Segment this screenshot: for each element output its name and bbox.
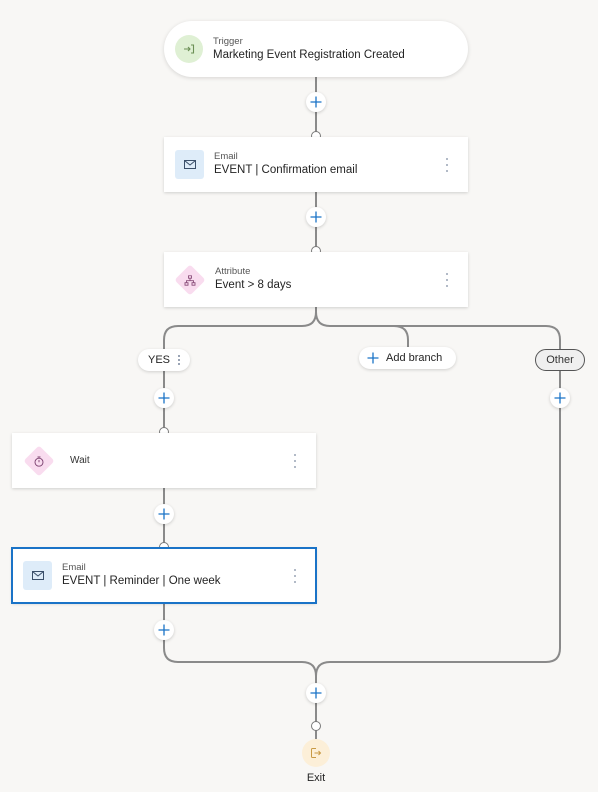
- add-step-button[interactable]: [306, 92, 326, 112]
- email-confirmation-node[interactable]: Email EVENT | Confirmation email: [164, 137, 468, 192]
- plus-icon: [310, 687, 322, 699]
- connector-split-yes: [163, 307, 317, 352]
- branch-yes-text: YES: [148, 354, 171, 366]
- step-kind: Attribute: [215, 266, 251, 277]
- plus-icon: [158, 392, 170, 404]
- more-options-icon[interactable]: [442, 272, 452, 287]
- add-step-button[interactable]: [154, 620, 174, 640]
- add-branch-label: Add branch: [386, 352, 443, 364]
- more-options-icon[interactable]: [442, 157, 452, 172]
- more-options-icon[interactable]: [178, 355, 181, 365]
- step-title: EVENT | Reminder | One week: [62, 575, 221, 587]
- mail-icon: [23, 561, 52, 590]
- trigger-kind: Trigger: [213, 35, 243, 47]
- branch-other-label[interactable]: Other: [535, 349, 585, 371]
- step-title: Event > 8 days: [215, 279, 292, 291]
- plus-icon: [554, 392, 566, 404]
- journey-canvas: Trigger Marketing Event Registration Cre…: [0, 0, 598, 792]
- connector-split-other: [330, 325, 561, 349]
- connector-yes-merge: [163, 603, 317, 722]
- step-title: Wait: [70, 455, 90, 466]
- branch-yes-label[interactable]: YES: [138, 349, 190, 371]
- step-kind: Email: [62, 562, 86, 573]
- more-options-icon[interactable]: [290, 453, 300, 468]
- add-branch-button[interactable]: Add branch: [359, 347, 456, 369]
- connection-port: [311, 721, 321, 731]
- branch-hierarchy-icon: [174, 263, 206, 296]
- add-step-button[interactable]: [306, 207, 326, 227]
- step-title: EVENT | Confirmation email: [214, 164, 358, 176]
- trigger-enter-icon: [175, 35, 203, 63]
- add-step-button[interactable]: [154, 504, 174, 524]
- more-options-icon[interactable]: [290, 568, 300, 583]
- add-step-button[interactable]: [550, 388, 570, 408]
- email-reminder-node[interactable]: Email EVENT | Reminder | One week: [11, 547, 317, 604]
- exit-label: Exit: [306, 772, 326, 784]
- exit-node[interactable]: [302, 739, 330, 767]
- mail-icon: [175, 150, 204, 179]
- wait-node[interactable]: Wait: [12, 433, 316, 488]
- plus-icon: [158, 508, 170, 520]
- connector-other-merge: [315, 371, 561, 677]
- branch-other-text: Other: [546, 354, 574, 366]
- trigger-node[interactable]: Trigger Marketing Event Registration Cre…: [164, 21, 468, 77]
- plus-icon: [310, 211, 322, 223]
- attribute-node[interactable]: Attribute Event > 8 days: [164, 252, 468, 307]
- add-step-button[interactable]: [306, 683, 326, 703]
- timer-icon: [23, 444, 55, 477]
- step-kind: Email: [214, 151, 238, 162]
- add-step-button[interactable]: [154, 388, 174, 408]
- plus-icon: [158, 624, 170, 636]
- plus-icon: [310, 96, 322, 108]
- connector-split-add: [315, 311, 409, 348]
- connector-lines: [163, 77, 561, 739]
- plus-icon: [367, 352, 379, 364]
- trigger-title: Marketing Event Registration Created: [213, 48, 405, 61]
- exit-icon: [311, 748, 322, 758]
